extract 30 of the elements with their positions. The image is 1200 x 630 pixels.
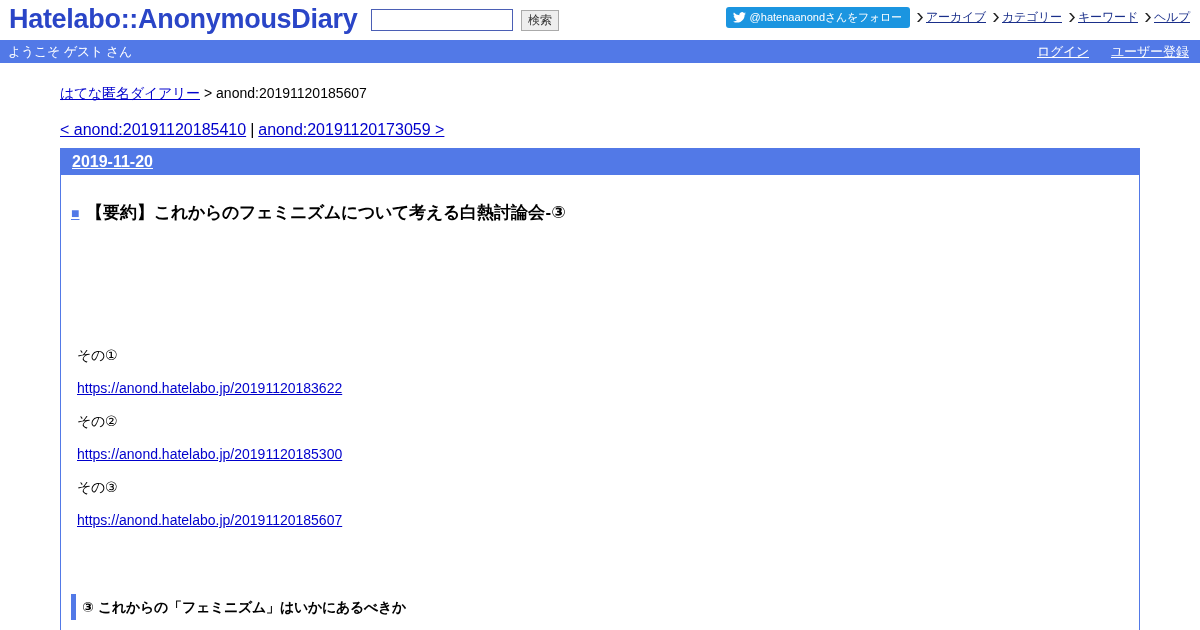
entry-link[interactable]: https://anond.hatelabo.jp/20191120185300 [77,446,343,462]
site-logo[interactable]: Hatelabo::AnonymousDiary [9,3,358,35]
permalink-bullet[interactable]: ■ [71,204,80,221]
section-heading: ③ これからの「フェミニズム」はいかにあるべきか [71,594,1123,620]
chevron-icon [917,13,923,22]
chevron-icon [1069,13,1075,22]
account-link[interactable]: ユーザー登録 [1111,42,1189,61]
chevron-icon [1145,13,1151,22]
entry-title: 【要約】これからのフェミニズムについて考える白熱討論会-③ [86,202,566,224]
body-text: その② [77,412,119,430]
entry-link[interactable]: https://anond.hatelabo.jp/20191120185607 [77,512,343,528]
search-button[interactable]: 検索 [521,9,560,31]
search-field[interactable] [371,9,514,31]
previous-entry-link[interactable]: < anond:20191120185410 [60,121,247,139]
nav-link[interactable]: カテゴリー [1002,9,1062,26]
welcome-text: ようこそ ゲスト さん [8,42,133,61]
date-link[interactable]: 2019-11-20 [72,153,153,171]
breadcrumb-current: > anond:20191120185607 [204,85,367,103]
breadcrumb-link[interactable]: はてな匿名ダイアリー [60,85,200,103]
next-entry-link[interactable]: anond:20191120173059 > [258,121,445,139]
body-text: その③ [77,478,119,496]
body-text: その① [77,346,119,364]
entry-link[interactable]: https://anond.hatelabo.jp/20191120183622 [77,380,343,396]
bird-icon [732,12,746,23]
account-link[interactable]: ログイン [1037,42,1089,61]
nav-link[interactable]: アーカイブ [926,9,986,26]
chevron-icon [993,13,999,22]
nav-link[interactable]: ヘルプ [1154,9,1190,26]
separator-text: | [250,121,255,139]
nav-link[interactable]: キーワード [1078,9,1138,26]
